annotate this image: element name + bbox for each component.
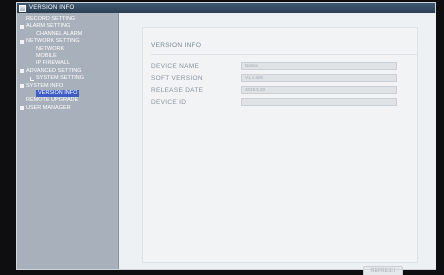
sidebar-item-label: NETWORK SETTING (26, 38, 80, 45)
expand-icon (20, 25, 24, 30)
bottom-border (120, 269, 436, 270)
version-info-panel: VERSION INFO DEVICE NAME Nvbox SOFT VERS… (142, 27, 418, 275)
sidebar-item[interactable]: REMOTE UPGRADE (17, 97, 118, 104)
sidebar-item-label: USER MANAGER (26, 104, 71, 111)
sidebar-item[interactable]: VERSION INFO (17, 89, 118, 98)
expand-icon (20, 69, 24, 74)
sidebar-item[interactable]: ALARM SETTING (17, 23, 118, 30)
tree-branch-icon (30, 76, 34, 81)
sidebar-item[interactable]: SYSTEM INFO (17, 83, 118, 90)
sidebar-item[interactable]: ADVANCED SETTING (17, 68, 118, 75)
soft-version-label: SOFT VERSION (151, 74, 203, 82)
sidebar-item-label: IP FIREWALL (36, 60, 70, 67)
sidebar-item-label: CHANNEL ALARM (36, 30, 83, 37)
settings-tree: RECORD SETTING ALARM SETTING CHANNEL ALARM… (17, 13, 118, 112)
window-title: VERSION INFO (29, 5, 75, 11)
sidebar-item-label: SYSTEM INFO (26, 82, 64, 89)
title-bar: VERSION INFO (17, 3, 435, 13)
sidebar-item[interactable]: RECORD SETTING (17, 16, 118, 23)
release-date-field[interactable]: 2019.6.20 (241, 86, 397, 94)
section-title: VERSION INFO (151, 42, 202, 49)
device-id-field[interactable] (241, 98, 397, 106)
sidebar-item-label: ADVANCED SETTING (26, 67, 82, 74)
release-date-row: RELEASE DATE 2019.6.20 (151, 86, 417, 94)
sidebar-item[interactable]: NETWORK SETTING (17, 38, 118, 45)
sidebar-item-label: ALARM SETTING (26, 23, 71, 30)
content-area: VERSION INFO DEVICE NAME Nvbox SOFT VERS… (120, 13, 436, 275)
sidebar-item[interactable]: NETWORK (17, 46, 118, 53)
sidebar: RECORD SETTING ALARM SETTING CHANNEL ALARM… (17, 13, 119, 269)
settings-window: VERSION INFO RECORD SETTING ALARM SETTING… (16, 2, 436, 275)
sidebar-item-label: REMOTE UPGRADE (26, 97, 79, 104)
sidebar-item[interactable]: USER MANAGER (17, 105, 118, 112)
sidebar-item-label: SYSTEM SETTING (36, 75, 84, 82)
expand-icon (20, 84, 24, 89)
device-id-row: DEVICE ID (151, 98, 417, 106)
release-date-label: RELEASE DATE (151, 86, 204, 94)
device-name-field[interactable]: Nvbox (241, 62, 397, 70)
sidebar-item-label: MOBILE (36, 52, 57, 59)
section-divider (151, 54, 417, 55)
sidebar-item[interactable]: CHANNEL ALARM (17, 31, 118, 38)
sidebar-item-label: NETWORK (36, 45, 65, 52)
sidebar-item-label: RECORD SETTING (26, 16, 76, 22)
soft-version-row: SOFT VERSION V1.1.800 (151, 74, 417, 82)
soft-version-field[interactable]: V1.1.800 (241, 74, 397, 82)
refresh-button[interactable]: REFRESH (363, 266, 403, 275)
sidebar-item[interactable]: MOBILE (17, 53, 118, 60)
expand-icon (20, 39, 24, 44)
window-icon (19, 4, 26, 12)
device-name-row: DEVICE NAME Nvbox (151, 62, 417, 70)
expand-icon (20, 106, 24, 111)
sidebar-item[interactable]: SYSTEM SETTING (17, 75, 118, 82)
sidebar-item[interactable]: IP FIREWALL (17, 60, 118, 67)
sidebar-item-label: VERSION INFO (36, 89, 80, 98)
device-id-label: DEVICE ID (151, 98, 187, 106)
device-name-label: DEVICE NAME (151, 62, 200, 70)
